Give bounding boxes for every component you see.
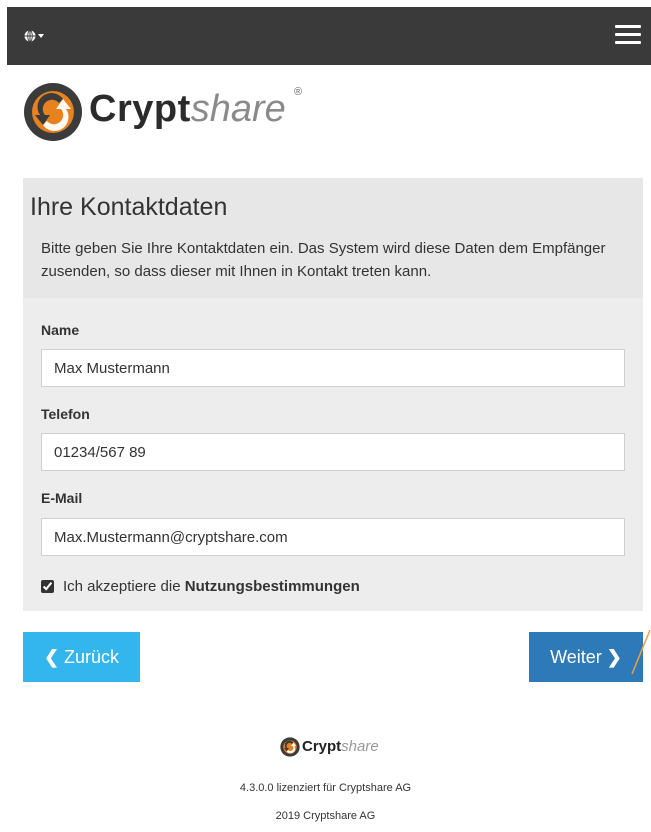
footer-wordmark: Cryptshare <box>302 737 379 757</box>
footer-logo-bold: Crypt <box>302 738 342 755</box>
panel-description: Bitte geben Sie Ihre Kontaktdaten ein. D… <box>41 240 606 280</box>
footer-logo-light: share <box>341 738 379 755</box>
next-button[interactable]: Weiter ❯ <box>529 632 643 682</box>
chevron-left-icon: ❮ <box>43 647 60 667</box>
phone-field[interactable] <box>41 433 625 471</box>
chevron-right-icon: ❯ <box>606 647 622 667</box>
top-navbar <box>7 7 651 65</box>
cryptshare-logo: Cryptshare ® <box>23 82 323 142</box>
contact-panel: Ihre Kontaktdaten Bitte geben Sie Ihre K… <box>23 178 643 611</box>
back-button[interactable]: ❮ Zurück <box>23 632 140 682</box>
phone-label: Telefon <box>41 406 90 422</box>
logo-mark-icon <box>24 83 82 141</box>
terms-label: Ich akzeptiere die Nutzungsbestimmungen <box>63 578 360 595</box>
logo-wordmark: Cryptshare <box>89 86 286 132</box>
name-label: Name <box>41 322 80 338</box>
footer-logo-mark-icon <box>280 737 300 757</box>
next-button-label: Weiter <box>550 647 602 667</box>
name-field[interactable] <box>41 349 625 387</box>
panel-header: Ihre Kontaktdaten Bitte geben Sie Ihre K… <box>23 178 643 298</box>
logo-text-light: share <box>190 88 286 130</box>
terms-prefix-text: Ich akzeptiere die <box>63 578 185 595</box>
copyright-text: 2019 Cryptshare AG <box>275 810 376 822</box>
email-label: E-Mail <box>41 490 83 506</box>
logo-text-bold: Crypt <box>89 88 191 130</box>
email-field[interactable] <box>41 518 625 556</box>
terms-link[interactable]: Nutzungsbestimmungen <box>185 578 360 595</box>
terms-checkbox[interactable] <box>41 580 54 593</box>
version-text: 4.3.0.0 lizenziert für Cryptshare AG <box>239 782 412 794</box>
back-button-label: Zurück <box>64 647 120 667</box>
panel-title: Ihre Kontaktdaten <box>30 193 228 221</box>
registered-mark: ® <box>294 86 303 98</box>
hamburger-menu-icon[interactable] <box>615 25 641 47</box>
globe-icon[interactable] <box>24 28 46 44</box>
pointer-cursor-icon <box>631 629 651 675</box>
footer-logo: Cryptshare <box>280 737 390 759</box>
